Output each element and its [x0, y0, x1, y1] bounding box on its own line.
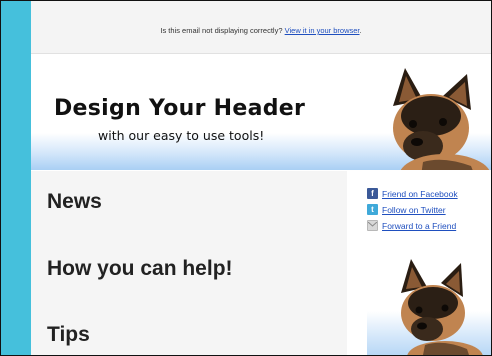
preheader-text: Is this email not displaying correctly? — [160, 26, 283, 35]
news-heading: News — [47, 190, 102, 213]
sidebar-image-box — [367, 255, 491, 355]
forward-link[interactable]: Forward to a Friend — [367, 218, 491, 233]
puppy-sidebar-image — [401, 259, 483, 355]
main-content: News How you can help! Tips — [31, 171, 347, 355]
social-sidebar: f Friend on Facebook t Follow on Twitter… — [367, 186, 491, 234]
forward-link-label[interactable]: Forward to a Friend — [382, 221, 456, 231]
accent-bar — [1, 1, 31, 355]
twitter-link[interactable]: t Follow on Twitter — [367, 202, 491, 217]
twitter-icon: t — [367, 204, 378, 215]
email-header: Design Your Header with our easy to use … — [31, 54, 491, 170]
column-gutter — [347, 171, 367, 355]
preheader: Is this email not displaying correctly? … — [31, 1, 491, 54]
header-title: Design Your Header — [54, 96, 306, 121]
help-heading: How you can help! — [47, 257, 233, 280]
facebook-icon: f — [367, 188, 378, 199]
mail-icon — [367, 220, 378, 231]
puppy-header-image — [393, 68, 490, 170]
preheader-suffix: . — [359, 26, 362, 35]
facebook-link[interactable]: f Friend on Facebook — [367, 186, 491, 201]
facebook-link-label[interactable]: Friend on Facebook — [382, 189, 458, 199]
email-frame: Is this email not displaying correctly? … — [0, 0, 492, 356]
view-in-browser-link[interactable]: View it in your browser — [285, 26, 360, 35]
twitter-link-label[interactable]: Follow on Twitter — [382, 205, 446, 215]
header-subtitle: with our easy to use tools! — [98, 128, 265, 143]
tips-heading: Tips — [47, 323, 90, 346]
